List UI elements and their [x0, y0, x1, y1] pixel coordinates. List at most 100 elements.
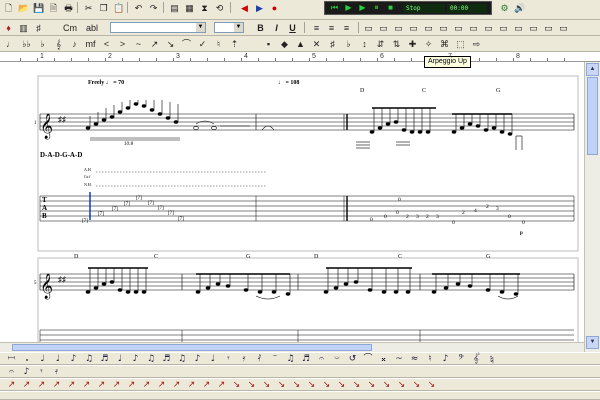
- text-button[interactable]: abl: [82, 21, 102, 34]
- loop-icon[interactable]: ⟲: [213, 1, 226, 14]
- palette3-button[interactable]: ↗: [156, 379, 167, 391]
- palette3-button[interactable]: ↘: [336, 379, 347, 391]
- palette1-button[interactable]: ♬: [161, 353, 172, 365]
- palette3-button[interactable]: ↗: [171, 379, 182, 391]
- rewind-icon[interactable]: ⏮: [329, 3, 340, 13]
- score-workspace[interactable]: Freely ♩ = 70 ♩ = 108 1 𝄞 ♯♯ 10:8 D C G …: [0, 62, 584, 352]
- horizontal-scrollbar[interactable]: [0, 342, 584, 352]
- font-name-select[interactable]: ▼: [110, 22, 206, 33]
- layout-view-icon-1[interactable]: ▭: [362, 21, 375, 34]
- palette1-button[interactable]: ♫: [177, 353, 188, 365]
- layout-view-icon-7[interactable]: ▭: [452, 21, 465, 34]
- notation-symbol-button[interactable]: ~: [132, 37, 145, 50]
- palette1-button[interactable]: 𝄮: [487, 353, 498, 365]
- notation-symbol-button[interactable]: ♭♭: [20, 37, 33, 50]
- layout-view-icon-10[interactable]: ▭: [497, 21, 510, 34]
- undo-icon[interactable]: ↶: [132, 1, 145, 14]
- layout-view-icon-9[interactable]: ▭: [482, 21, 495, 34]
- notation-tool-icon[interactable]: ⇵: [374, 37, 387, 50]
- palette1-button[interactable]: 𝄢: [456, 353, 467, 365]
- vertical-scrollbar[interactable]: ▲ ▼: [584, 62, 600, 352]
- notation-symbol-button[interactable]: ♮: [212, 37, 225, 50]
- layout-view-icon-4[interactable]: ▭: [407, 21, 420, 34]
- notation-symbol-button[interactable]: ♩: [4, 37, 17, 50]
- notation-symbol-button[interactable]: 𝄞: [52, 37, 65, 50]
- notation-symbol-button[interactable]: ♪: [68, 37, 81, 50]
- palette3-button[interactable]: ↘: [246, 379, 257, 391]
- palette3-button[interactable]: ↗: [36, 379, 47, 391]
- palette1-button[interactable]: ♪: [130, 353, 141, 365]
- blue-arrow-icon[interactable]: ▶: [253, 1, 266, 14]
- palette3-button[interactable]: ↘: [366, 379, 377, 391]
- align-center-icon[interactable]: ≡: [325, 21, 338, 34]
- palette3-button[interactable]: ↘: [291, 379, 302, 391]
- palette1-button[interactable]: 𝄟: [471, 353, 482, 365]
- palette1-button[interactable]: ♬: [99, 353, 110, 365]
- notation-tool-icon[interactable]: ◆: [278, 37, 291, 50]
- notation-tool-icon[interactable]: ⬚: [454, 37, 467, 50]
- palette2-button[interactable]: 𝄾: [36, 366, 47, 378]
- palette2-button[interactable]: 𝄿: [51, 366, 62, 378]
- palette1-button[interactable]: 𝄐: [316, 353, 327, 365]
- palette1-button[interactable]: ↺: [347, 353, 358, 365]
- scroll-down-icon[interactable]: ▼: [586, 336, 599, 349]
- notation-symbol-button[interactable]: ↗: [148, 37, 161, 50]
- palette1-button[interactable]: 𝄿: [239, 353, 250, 365]
- notation-symbol-button[interactable]: >: [116, 37, 129, 50]
- palette1-button[interactable]: ♪: [68, 353, 79, 365]
- chord-name-button[interactable]: Cm: [60, 21, 80, 34]
- notation-tool-icon[interactable]: ⇨: [470, 37, 483, 50]
- palette1-button[interactable]: ♬: [301, 353, 312, 365]
- align-left-icon[interactable]: ≡: [310, 21, 323, 34]
- notation-tool-icon[interactable]: ✧: [422, 37, 435, 50]
- palette3-button[interactable]: ↘: [306, 379, 317, 391]
- palette1-button[interactable]: ♫: [285, 353, 296, 365]
- notation-symbol-button[interactable]: ⇡: [228, 37, 241, 50]
- notation-tool-icon[interactable]: ✕: [310, 37, 323, 50]
- cut-icon[interactable]: ✂: [82, 1, 95, 14]
- notation-tool-icon[interactable]: ↕: [358, 37, 371, 50]
- layout-view-icon-3[interactable]: ▭: [392, 21, 405, 34]
- layout-view-icon-5[interactable]: ▭: [422, 21, 435, 34]
- palette3-button[interactable]: ↗: [216, 379, 227, 391]
- notation-tool-icon[interactable]: ⇅: [390, 37, 403, 50]
- notation-tool-icon[interactable]: ▪: [262, 37, 275, 50]
- pause-icon[interactable]: ⏸: [371, 3, 382, 13]
- speaker-icon[interactable]: 🔊: [513, 1, 526, 14]
- align-right-icon[interactable]: ≡: [340, 21, 353, 34]
- notation-symbol-button[interactable]: <: [100, 37, 113, 50]
- copy-icon[interactable]: ❐: [97, 1, 110, 14]
- vertical-scroll-thumb[interactable]: [587, 77, 598, 155]
- record-icon[interactable]: ●: [268, 1, 281, 14]
- palette1-button[interactable]: ♩: [115, 353, 126, 365]
- notation-symbol-button[interactable]: ✓: [196, 37, 209, 50]
- score-view-icon[interactable]: ▦: [183, 1, 196, 14]
- palette3-button[interactable]: ↗: [51, 379, 62, 391]
- italic-button[interactable]: I: [270, 21, 283, 34]
- layout-view-icon-8[interactable]: ▭: [467, 21, 480, 34]
- palette3-button[interactable]: ↘: [426, 379, 437, 391]
- notation-symbol-button[interactable]: ⌒: [180, 37, 193, 50]
- track-properties-icon[interactable]: ▥: [17, 21, 30, 34]
- horizontal-scroll-thumb[interactable]: [12, 344, 372, 351]
- fx-icon[interactable]: ⚙: [498, 1, 511, 14]
- palette3-button[interactable]: ↗: [96, 379, 107, 391]
- notation-tool-icon[interactable]: ♯: [326, 37, 339, 50]
- palette2-button[interactable]: ♪: [21, 366, 32, 378]
- palette1-button[interactable]: 𝄩: [6, 353, 17, 365]
- print-icon[interactable]: 🖶: [62, 1, 75, 14]
- palette2-button[interactable]: 𝄐: [6, 366, 17, 378]
- guitar-icon[interactable]: ♦: [2, 21, 15, 34]
- palette3-button[interactable]: ↘: [396, 379, 407, 391]
- chord-icon[interactable]: ♯: [32, 21, 45, 34]
- play-icon[interactable]: ▶: [343, 3, 354, 13]
- palette3-button[interactable]: ↘: [381, 379, 392, 391]
- palette1-button[interactable]: ♪: [440, 353, 451, 365]
- palette3-button[interactable]: ↘: [231, 379, 242, 391]
- palette3-button[interactable]: ↗: [6, 379, 17, 391]
- palette1-button[interactable]: ♩: [53, 353, 64, 365]
- notation-symbol-button[interactable]: ↘: [164, 37, 177, 50]
- open-file-icon[interactable]: 📂: [17, 1, 30, 14]
- notation-tool-icon[interactable]: ♭: [342, 37, 355, 50]
- palette3-button[interactable]: ↗: [126, 379, 137, 391]
